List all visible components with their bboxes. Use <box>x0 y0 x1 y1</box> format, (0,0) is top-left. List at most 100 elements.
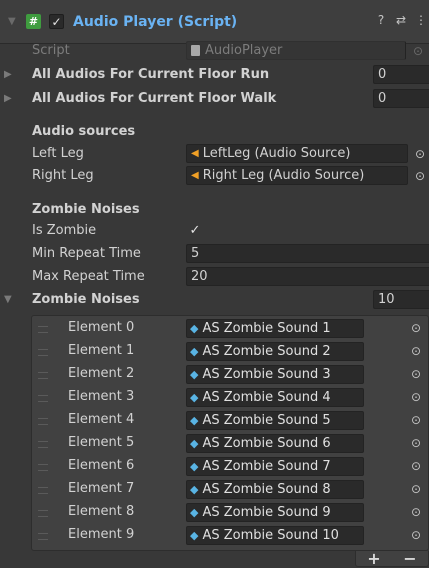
zombie-noises-header-row: Zombie Noises <box>0 198 429 221</box>
right-leg-value: Right Leg (Audio Source) <box>202 168 365 183</box>
help-icon[interactable]: ? <box>375 13 387 27</box>
left-leg-field[interactable]: ◀ LeftLeg (Audio Source) <box>186 144 408 163</box>
object-picker-icon[interactable]: ⊙ <box>409 321 423 335</box>
audio-clip-icon: ◆ <box>190 414 199 427</box>
max-repeat-input[interactable]: 20 <box>186 267 429 286</box>
foldout-collapsed-icon[interactable]: ▶ <box>4 69 12 80</box>
drag-handle-icon[interactable] <box>38 464 48 471</box>
script-value: AudioPlayer <box>205 43 283 58</box>
is-zombie-checkbox[interactable]: ✓ <box>187 223 203 239</box>
script-file-icon <box>191 45 200 56</box>
object-picker-icon[interactable]: ⊙ <box>409 459 423 473</box>
component-enabled-checkbox[interactable]: ✓ <box>49 14 64 29</box>
drag-handle-icon[interactable] <box>38 487 48 494</box>
left-leg-value: LeftLeg (Audio Source) <box>202 146 351 161</box>
floor-walk-size-input[interactable]: 0 <box>373 89 429 108</box>
min-repeat-input[interactable]: 5 <box>186 244 429 263</box>
audio-clip-icon: ◆ <box>190 437 199 450</box>
element-value: AS Zombie Sound 8 <box>202 482 331 497</box>
left-leg-row: Left Leg ◀ LeftLeg (Audio Source) ⊙ <box>0 142 429 165</box>
object-picker-icon[interactable]: ⊙ <box>409 367 423 381</box>
element-value: AS Zombie Sound 10 <box>202 528 339 543</box>
drag-handle-icon[interactable] <box>38 395 48 402</box>
list-item[interactable]: Element 6 ◆ AS Zombie Sound 7 ⊙ <box>0 455 429 478</box>
object-picker-icon[interactable]: ⊙ <box>413 147 427 161</box>
element-value: AS Zombie Sound 7 <box>202 459 331 474</box>
list-item[interactable]: Element 0 ◆ AS Zombie Sound 1 ⊙ <box>0 317 429 340</box>
object-picker-icon[interactable]: ⊙ <box>409 528 423 542</box>
element-label: Element 6 <box>68 458 135 473</box>
list-item[interactable]: Element 5 ◆ AS Zombie Sound 6 ⊙ <box>0 432 429 455</box>
element-object-field[interactable]: ◆ AS Zombie Sound 1 <box>186 319 364 338</box>
min-repeat-row: Min Repeat Time 5 <box>0 242 429 265</box>
drag-handle-icon[interactable] <box>38 326 48 333</box>
list-item[interactable]: Element 1 ◆ AS Zombie Sound 2 ⊙ <box>0 340 429 363</box>
script-icon: # <box>26 14 41 29</box>
element-label: Element 5 <box>68 435 135 450</box>
audio-sources-header-row: Audio sources <box>0 120 429 143</box>
drag-handle-icon[interactable] <box>38 510 48 517</box>
drag-handle-icon[interactable] <box>38 441 48 448</box>
element-object-field[interactable]: ◆ AS Zombie Sound 4 <box>186 388 364 407</box>
element-value: AS Zombie Sound 3 <box>202 367 331 382</box>
element-object-field[interactable]: ◆ AS Zombie Sound 8 <box>186 480 364 499</box>
add-element-button[interactable]: + <box>367 549 380 568</box>
object-picker-icon[interactable]: ⊙ <box>409 390 423 404</box>
zombie-noises-list-row[interactable]: ▼ Zombie Noises 10 <box>0 288 429 311</box>
foldout-collapsed-icon[interactable]: ▶ <box>4 93 12 104</box>
element-object-field[interactable]: ◆ AS Zombie Sound 2 <box>186 342 364 361</box>
element-object-field[interactable]: ◆ AS Zombie Sound 5 <box>186 411 364 430</box>
element-value: AS Zombie Sound 5 <box>202 413 331 428</box>
drag-handle-icon[interactable] <box>38 418 48 425</box>
right-leg-field[interactable]: ◀ Right Leg (Audio Source) <box>186 166 408 185</box>
element-label: Element 3 <box>68 389 135 404</box>
is-zombie-label: Is Zombie <box>32 223 97 238</box>
object-picker-icon[interactable]: ⊙ <box>409 436 423 450</box>
element-value: AS Zombie Sound 1 <box>202 321 331 336</box>
right-leg-row: Right Leg ◀ Right Leg (Audio Source) ⊙ <box>0 164 429 187</box>
drag-handle-icon[interactable] <box>38 533 48 540</box>
script-label: Script <box>32 43 70 58</box>
foldout-expanded-icon[interactable]: ▼ <box>4 294 12 305</box>
element-object-field[interactable]: ◆ AS Zombie Sound 6 <box>186 434 364 453</box>
list-item[interactable]: Element 8 ◆ AS Zombie Sound 9 ⊙ <box>0 501 429 524</box>
element-object-field[interactable]: ◆ AS Zombie Sound 3 <box>186 365 364 384</box>
floor-run-row[interactable]: ▶ All Audios For Current Floor Run 0 <box>0 63 429 86</box>
element-object-field[interactable]: ◆ AS Zombie Sound 9 <box>186 503 364 522</box>
element-object-field[interactable]: ◆ AS Zombie Sound 7 <box>186 457 364 476</box>
foldout-arrow-icon[interactable]: ▼ <box>8 16 22 27</box>
list-item[interactable]: Element 7 ◆ AS Zombie Sound 8 ⊙ <box>0 478 429 501</box>
list-item[interactable]: Element 2 ◆ AS Zombie Sound 3 ⊙ <box>0 363 429 386</box>
object-picker-icon: ⊙ <box>412 43 424 58</box>
element-label: Element 8 <box>68 504 135 519</box>
object-picker-icon[interactable]: ⊙ <box>413 169 427 183</box>
element-label: Element 7 <box>68 481 135 496</box>
floor-walk-row[interactable]: ▶ All Audios For Current Floor Walk 0 <box>0 87 429 110</box>
element-object-field[interactable]: ◆ AS Zombie Sound 10 <box>186 526 364 545</box>
min-repeat-label: Min Repeat Time <box>32 246 141 261</box>
object-picker-icon[interactable]: ⊙ <box>409 482 423 496</box>
element-value: AS Zombie Sound 6 <box>202 436 331 451</box>
audio-clip-icon: ◆ <box>190 322 199 335</box>
audio-source-icon: ◀ <box>191 148 199 159</box>
element-label: Element 2 <box>68 366 135 381</box>
component-header[interactable]: ▼ # ✓ Audio Player (Script) ? ⇄ ⋮ <box>0 0 429 44</box>
drag-handle-icon[interactable] <box>38 349 48 356</box>
remove-element-button[interactable]: − <box>403 549 416 568</box>
script-row: Script AudioPlayer ⊙ <box>0 39 429 62</box>
floor-run-size-input[interactable]: 0 <box>373 65 429 84</box>
zombie-noises-size-input[interactable]: 10 <box>373 290 429 309</box>
context-menu-icon[interactable]: ⋮ <box>415 13 427 27</box>
list-item[interactable]: Element 9 ◆ AS Zombie Sound 10 ⊙ <box>0 524 429 547</box>
element-value: AS Zombie Sound 9 <box>202 505 331 520</box>
drag-handle-icon[interactable] <box>38 372 48 379</box>
list-item[interactable]: Element 3 ◆ AS Zombie Sound 4 ⊙ <box>0 386 429 409</box>
object-picker-icon[interactable]: ⊙ <box>409 344 423 358</box>
object-picker-icon[interactable]: ⊙ <box>409 413 423 427</box>
is-zombie-row: Is Zombie ✓ <box>0 219 429 242</box>
object-picker-icon[interactable]: ⊙ <box>409 505 423 519</box>
presets-icon[interactable]: ⇄ <box>395 13 407 27</box>
list-item[interactable]: Element 4 ◆ AS Zombie Sound 5 ⊙ <box>0 409 429 432</box>
audio-clip-icon: ◆ <box>190 368 199 381</box>
max-repeat-label: Max Repeat Time <box>32 269 145 284</box>
